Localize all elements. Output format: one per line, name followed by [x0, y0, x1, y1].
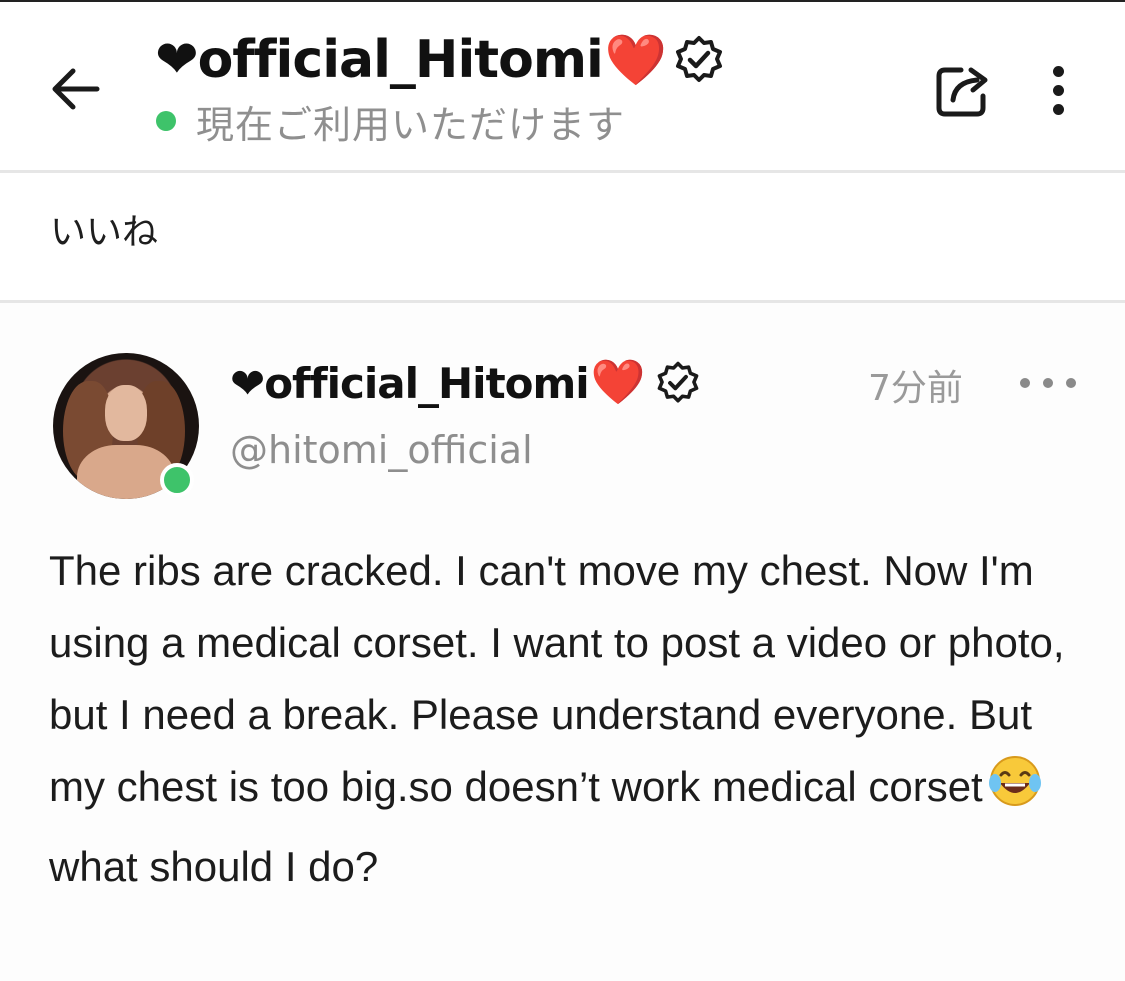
- back-button[interactable]: [40, 54, 110, 124]
- post-text-end: what should I do?: [49, 843, 379, 890]
- likes-label: いいね: [50, 212, 159, 253]
- post-body: The ribs are cracked. I can't move my ch…: [49, 535, 1089, 903]
- title-heart-prefix: ❤: [155, 30, 199, 90]
- share-button[interactable]: [925, 52, 1001, 128]
- title-name: official_Hitomi: [197, 30, 604, 90]
- post-text-main: The ribs are cracked. I can't move my ch…: [49, 547, 1065, 810]
- more-vertical-icon[interactable]: [1028, 52, 1088, 128]
- verified-badge-icon: [673, 34, 725, 86]
- more-horizontal-icon[interactable]: [1020, 363, 1076, 403]
- dot: [1052, 103, 1064, 115]
- chat-title: ❤ official_Hitomi ❤️: [155, 24, 725, 96]
- online-status-dot: [156, 111, 176, 131]
- dot: [1052, 65, 1064, 77]
- top-bar: ❤ official_Hitomi ❤️ 現在ご利用いただけます: [0, 0, 1125, 170]
- availability-status: 現在ご利用いただけます: [156, 96, 626, 147]
- author-handle[interactable]: @hitomi_official: [230, 428, 533, 472]
- dot: [1052, 84, 1064, 96]
- verified-badge-icon: [655, 360, 701, 406]
- post-author-name[interactable]: ❤ official_Hitomi ❤️: [230, 353, 701, 413]
- dot: [1043, 378, 1053, 388]
- post-card: ❤ official_Hitomi ❤️ @hitomi_official 7分…: [0, 303, 1125, 981]
- status-text: 現在ご利用いただけます: [196, 102, 626, 147]
- back-arrow-icon: [52, 68, 100, 110]
- post-timestamp: 7分前: [868, 368, 963, 409]
- share-icon: [936, 67, 988, 117]
- red-heart-icon: ❤️: [604, 31, 668, 89]
- dot: [1066, 378, 1076, 388]
- online-indicator: [160, 463, 194, 497]
- laughing-crying-emoji-icon: [987, 753, 1043, 831]
- author-heart-prefix: ❤: [230, 358, 265, 408]
- dot: [1020, 378, 1030, 388]
- likes-section: いいね: [0, 173, 1125, 300]
- red-heart-icon: ❤️: [590, 357, 646, 408]
- author-name: official_Hitomi: [264, 358, 589, 408]
